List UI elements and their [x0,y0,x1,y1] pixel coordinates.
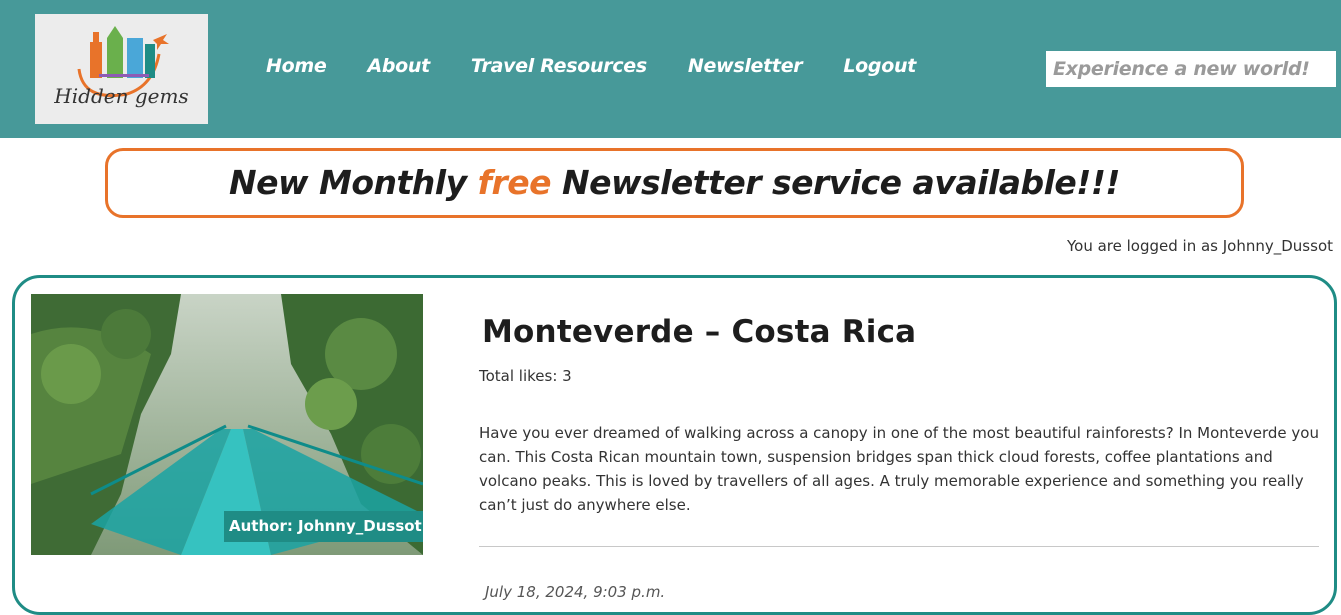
post-likes: Total likes: 3 [479,367,572,385]
site-header: Hidden gems Home About Travel Resources … [0,0,1341,138]
post-body: Have you ever dreamed of walking across … [479,424,1319,514]
site-logo[interactable]: Hidden gems [35,14,208,124]
nav-newsletter-link[interactable]: Newsletter [688,55,803,77]
site-tagline: Experience a new world! [1046,51,1336,87]
login-status: You are logged in as Johnny_Dussot [1066,237,1333,255]
post-divider [479,546,1319,547]
nav-about-link[interactable]: About [367,55,430,77]
nav-logout-link[interactable]: Logout [843,55,916,77]
banner-text-part1: New Monthly [229,163,478,202]
banner-highlight-free: free [477,163,552,202]
nav-home-link[interactable]: Home [266,55,327,77]
banner-text-part2: Newsletter service available!!! [551,163,1120,202]
post-title[interactable]: Monteverde – Costa Rica [482,314,916,350]
nav-travel-resources-link[interactable]: Travel Resources [471,55,647,77]
newsletter-banner[interactable]: New Monthly free Newsletter service avai… [105,148,1244,218]
logo-text: Hidden gems [54,84,189,108]
post-card: Author: Johnny_Dussot Monteverde – Costa… [12,275,1337,615]
post-image[interactable]: Author: Johnny_Dussot [31,294,423,555]
main-nav: Home About Travel Resources Newsletter L… [266,55,916,77]
author-badge: Author: Johnny_Dussot [224,511,423,542]
post-date: July 18, 2024, 9:03 p.m. [485,583,666,601]
